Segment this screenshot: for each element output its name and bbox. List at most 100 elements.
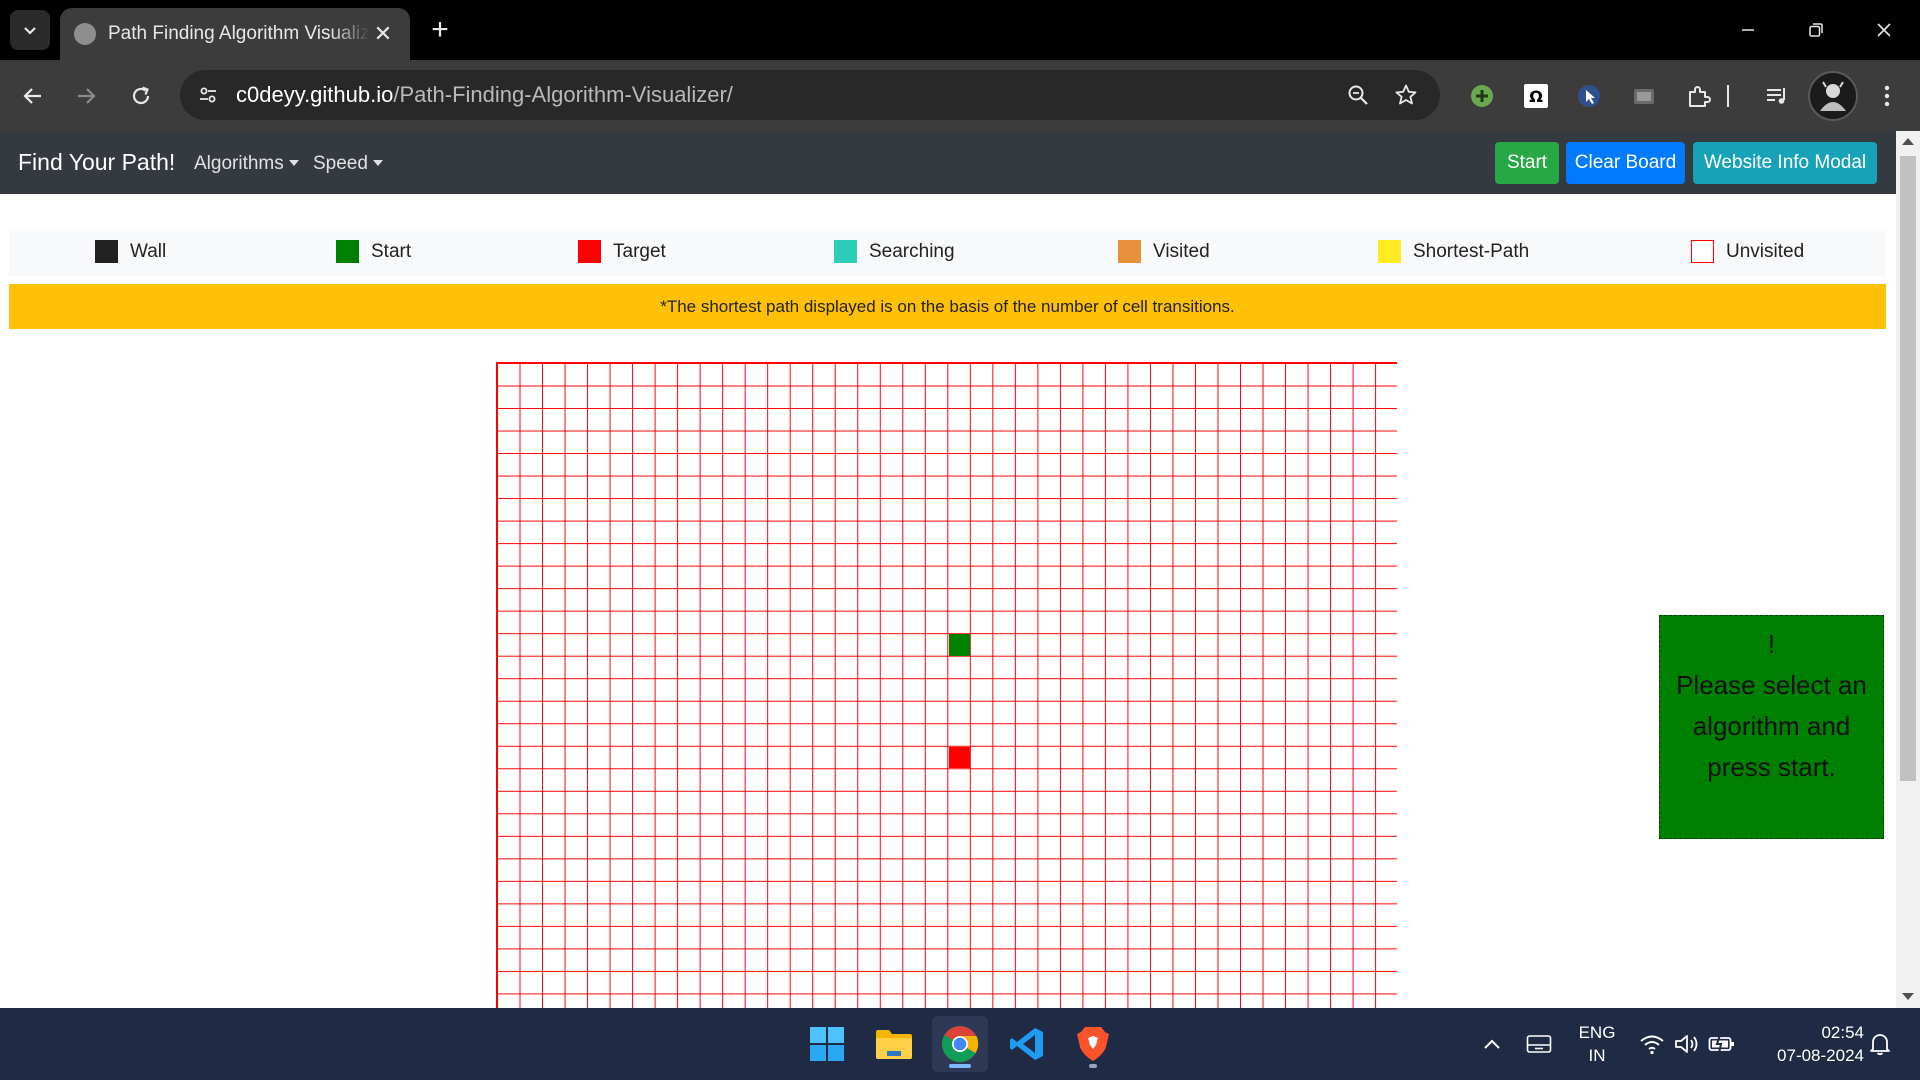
file-explorer-button[interactable] xyxy=(866,1016,922,1072)
legend-bar: Wall Start Target Searching Visited Shor… xyxy=(9,230,1886,276)
close-icon xyxy=(1877,23,1891,37)
extension-omega-icon[interactable]: Ω xyxy=(1517,77,1555,115)
app-brand[interactable]: Find Your Path! xyxy=(18,149,175,176)
close-window-button[interactable] xyxy=(1850,0,1918,60)
new-tab-button[interactable]: + xyxy=(422,12,458,48)
notification-bell-icon[interactable] xyxy=(1865,1026,1895,1062)
battery-charging-icon[interactable] xyxy=(1707,1026,1737,1062)
keyboard-layout-icon[interactable] xyxy=(1524,1026,1554,1062)
legend-label: Wall xyxy=(130,240,167,262)
url-text[interactable]: c0deyy.github.io/Path-Finding-Algorithm-… xyxy=(236,82,733,108)
browser-toolbar: c0deyy.github.io/Path-Finding-Algorithm-… xyxy=(0,60,1920,131)
algorithms-dropdown[interactable]: Algorithms xyxy=(194,153,299,175)
language-region: IN xyxy=(1588,1046,1606,1065)
media-queue-icon[interactable] xyxy=(1758,77,1796,115)
arrow-left-icon xyxy=(23,88,41,104)
info-alert: *The shortest path displayed is on the b… xyxy=(9,284,1886,329)
caret-down-icon xyxy=(288,160,299,166)
back-button[interactable] xyxy=(13,76,53,116)
tab-title: Path Finding Algorithm Visualizer xyxy=(108,23,370,44)
browser-tabstrip: Path Finding Algorithm Visualizer ✕ + xyxy=(0,0,1920,60)
scroll-down-arrow-icon[interactable] xyxy=(1902,993,1914,1000)
legend-swatch xyxy=(1378,240,1401,263)
message-mark: ! xyxy=(1767,629,1776,659)
windows-taskbar: ENG IN 02:54 07-08-2024 xyxy=(0,1008,1920,1080)
extension-window-icon[interactable] xyxy=(1625,77,1663,115)
extension-green-plus-icon[interactable] xyxy=(1463,77,1501,115)
svg-text:Ω: Ω xyxy=(1529,87,1543,106)
forward-button[interactable] xyxy=(66,76,106,116)
legend-label: Target xyxy=(613,240,666,262)
start-node[interactable] xyxy=(948,634,971,656)
site-info-button[interactable] xyxy=(188,75,228,115)
arrow-right-icon xyxy=(78,88,96,104)
extension-cursor-icon[interactable] xyxy=(1570,77,1608,115)
tab-close-icon[interactable]: ✕ xyxy=(370,21,396,47)
wifi-icon[interactable] xyxy=(1637,1026,1667,1062)
brave-taskbar-button[interactable] xyxy=(1065,1016,1121,1072)
running-app-indicator xyxy=(1089,1064,1097,1068)
speed-dropdown[interactable]: Speed xyxy=(313,153,383,175)
url-path: /Path-Finding-Algorithm-Visualizer/ xyxy=(393,82,733,107)
legend-label: Start xyxy=(371,240,412,262)
legend-swatch xyxy=(1691,240,1714,263)
windows-start-button[interactable] xyxy=(799,1016,855,1072)
target-node[interactable] xyxy=(948,746,971,769)
address-bar[interactable]: c0deyy.github.io/Path-Finding-Algorithm-… xyxy=(180,70,1440,120)
legend-label: Visited xyxy=(1153,240,1210,262)
legend-item-target: Target xyxy=(578,240,666,263)
vscode-icon xyxy=(1010,1028,1043,1060)
app-navbar: Find Your Path! Algorithms Speed Start C… xyxy=(0,131,1896,194)
reload-button[interactable] xyxy=(121,76,161,116)
profile-picture-icon xyxy=(1820,81,1846,111)
chrome-taskbar-button[interactable] xyxy=(932,1016,988,1072)
restore-button[interactable] xyxy=(1782,0,1850,60)
brave-icon xyxy=(1077,1027,1109,1061)
minimize-button[interactable] xyxy=(1714,0,1782,60)
tab-search-button[interactable] xyxy=(10,10,50,50)
scroll-up-arrow-icon[interactable] xyxy=(1902,138,1914,145)
scrollbar-thumb[interactable] xyxy=(1900,156,1916,781)
browser-tab[interactable]: Path Finding Algorithm Visualizer ✕ xyxy=(60,8,410,60)
legend-swatch xyxy=(578,240,601,263)
status-message-box: ! Please select an algorithm and press s… xyxy=(1659,615,1884,839)
clock[interactable]: 02:54 07-08-2024 xyxy=(1752,1021,1864,1067)
extensions-puzzle-icon[interactable] xyxy=(1680,77,1718,115)
website-info-modal-button[interactable]: Website Info Modal xyxy=(1693,142,1877,184)
legend-item-wall: Wall xyxy=(95,240,166,263)
legend-swatch xyxy=(834,240,857,263)
language-code: ENG xyxy=(1578,1023,1616,1042)
vscode-taskbar-button[interactable] xyxy=(999,1016,1055,1072)
chevron-down-icon xyxy=(24,27,36,35)
legend-item-shortest-path: Shortest-Path xyxy=(1378,240,1529,263)
show-hidden-icons-chevron-up-icon[interactable] xyxy=(1480,1026,1504,1062)
profile-avatar[interactable] xyxy=(1808,71,1858,121)
minimize-icon xyxy=(1742,29,1754,31)
url-host: c0deyy.github.io xyxy=(236,82,394,107)
caret-down-icon xyxy=(372,160,383,166)
folder-icon xyxy=(876,1030,912,1059)
speed-dropdown-label: Speed xyxy=(313,153,368,174)
legend-item-visited: Visited xyxy=(1118,240,1210,263)
volume-icon[interactable] xyxy=(1672,1026,1702,1062)
legend-label: Shortest-Path xyxy=(1413,240,1530,262)
tune-icon xyxy=(200,87,216,103)
toolbar-divider xyxy=(1723,77,1733,115)
message-text: Please select an algorithm and press sta… xyxy=(1676,670,1867,782)
language-indicator[interactable]: ENG IN xyxy=(1572,1021,1622,1067)
legend-item-searching: Searching xyxy=(834,240,955,263)
page-scrollbar[interactable] xyxy=(1896,131,1920,1008)
browser-menu-icon[interactable] xyxy=(1868,77,1906,115)
algorithms-dropdown-label: Algorithms xyxy=(194,153,284,174)
pathfinding-grid[interactable] xyxy=(496,362,1397,1008)
page-viewport: Find Your Path! Algorithms Speed Start C… xyxy=(0,131,1920,1008)
legend-swatch xyxy=(1118,240,1141,263)
active-app-indicator xyxy=(949,1064,971,1068)
chrome-icon xyxy=(941,1026,979,1063)
clock-date: 07-08-2024 xyxy=(1777,1046,1864,1065)
zoom-icon[interactable] xyxy=(1338,75,1378,115)
clear-board-button[interactable]: Clear Board xyxy=(1566,142,1685,184)
windows-logo-icon xyxy=(810,1027,844,1061)
start-button[interactable]: Start xyxy=(1495,142,1559,184)
bookmark-star-icon[interactable] xyxy=(1386,75,1426,115)
